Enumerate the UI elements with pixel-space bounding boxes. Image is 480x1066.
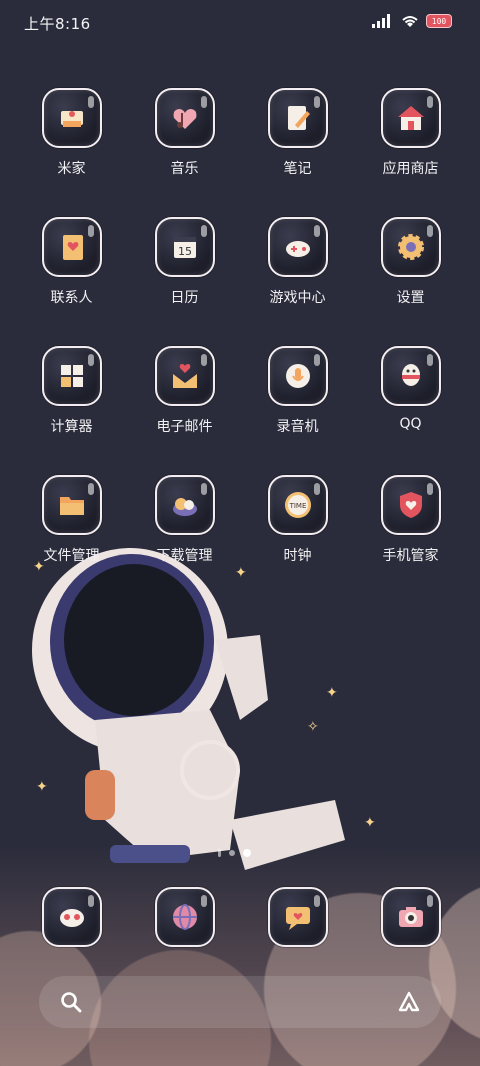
qq-icon bbox=[380, 346, 441, 406]
app-calculator[interactable]: 计算器 bbox=[15, 346, 128, 475]
app-store-icon bbox=[380, 88, 441, 148]
mi-home-icon bbox=[41, 88, 102, 148]
camera-face-icon bbox=[41, 887, 102, 947]
app-game-center[interactable]: 游戏中心 bbox=[241, 217, 354, 346]
status-time: 上午8:16 bbox=[24, 15, 91, 33]
battery-icon: 100 bbox=[426, 14, 452, 28]
app-label: 时钟 bbox=[283, 548, 312, 564]
page-dot bbox=[218, 849, 221, 857]
page-dot-active bbox=[243, 849, 251, 857]
notes-icon bbox=[267, 88, 328, 148]
app-recorder[interactable]: 录音机 bbox=[241, 346, 354, 475]
app-contacts[interactable]: 联系人 bbox=[15, 217, 128, 346]
app-label: 录音机 bbox=[276, 419, 319, 435]
dock-app-2[interactable] bbox=[128, 887, 241, 947]
app-label: 笔记 bbox=[283, 161, 312, 177]
app-label: 音乐 bbox=[170, 161, 199, 177]
dock bbox=[15, 887, 467, 947]
app-label: 下载管理 bbox=[156, 548, 213, 564]
download-manager-icon bbox=[154, 475, 215, 535]
search-bar[interactable] bbox=[39, 976, 441, 1028]
clock-face-text: TIME bbox=[288, 502, 306, 510]
app-label: 联系人 bbox=[50, 290, 93, 306]
star-icon: ✧ bbox=[307, 719, 319, 735]
messages-icon bbox=[267, 887, 328, 947]
app-settings[interactable]: 设置 bbox=[354, 217, 467, 346]
app-row: 联系人 15 日历 游戏中心 设置 bbox=[15, 217, 467, 346]
app-label: 手机管家 bbox=[382, 548, 439, 564]
app-notes[interactable]: 笔记 bbox=[241, 88, 354, 217]
dock-app-4[interactable] bbox=[354, 887, 467, 947]
app-download-manager[interactable]: 下载管理 bbox=[128, 475, 241, 604]
contacts-icon bbox=[41, 217, 102, 277]
star-icon: ✦ bbox=[364, 815, 376, 831]
app-security[interactable]: 手机管家 bbox=[354, 475, 467, 604]
status-bar: 上午8:16 100 bbox=[0, 0, 480, 46]
app-label: 文件管理 bbox=[43, 548, 100, 564]
app-label: 计算器 bbox=[50, 419, 93, 435]
file-manager-icon bbox=[41, 475, 102, 535]
star-icon: ✦ bbox=[326, 685, 338, 701]
dock-app-1[interactable] bbox=[15, 887, 128, 947]
wifi-icon bbox=[402, 16, 418, 27]
game-center-icon bbox=[267, 217, 328, 277]
music-icon bbox=[154, 88, 215, 148]
email-icon bbox=[154, 346, 215, 406]
search-icon bbox=[61, 992, 82, 1013]
app-label: 日历 bbox=[170, 290, 199, 306]
calendar-day: 15 bbox=[178, 245, 192, 258]
app-label: 电子邮件 bbox=[156, 419, 213, 435]
dock-app-3[interactable] bbox=[241, 887, 354, 947]
status-indicators: 100 bbox=[372, 14, 452, 28]
calendar-icon: 15 bbox=[154, 217, 215, 277]
settings-icon bbox=[380, 217, 441, 277]
calculator-icon bbox=[41, 346, 102, 406]
app-row: 文件管理 下载管理 TIME 时钟 手机管家 bbox=[15, 475, 467, 604]
security-icon bbox=[380, 475, 441, 535]
app-email[interactable]: 电子邮件 bbox=[128, 346, 241, 475]
app-label: 应用商店 bbox=[382, 161, 439, 177]
page-indicator[interactable] bbox=[218, 849, 251, 857]
recorder-icon bbox=[267, 346, 328, 406]
page-dot bbox=[229, 850, 235, 856]
clock-icon: TIME bbox=[267, 475, 328, 535]
camera-icon bbox=[380, 887, 441, 947]
signal-icon bbox=[372, 14, 390, 28]
app-label: 米家 bbox=[57, 161, 86, 177]
app-label: 游戏中心 bbox=[269, 290, 326, 306]
app-label: QQ bbox=[399, 416, 422, 432]
app-mi-home[interactable]: 米家 bbox=[15, 88, 128, 217]
app-file-manager[interactable]: 文件管理 bbox=[15, 475, 128, 604]
app-clock[interactable]: TIME 时钟 bbox=[241, 475, 354, 604]
app-qq[interactable]: QQ bbox=[354, 346, 467, 475]
app-row: 米家 音乐 笔记 应用商店 bbox=[15, 88, 467, 217]
star-icon: ✦ bbox=[36, 779, 48, 795]
battery-level: 100 bbox=[431, 16, 447, 26]
assistant-icon[interactable] bbox=[397, 990, 421, 1014]
app-app-store[interactable]: 应用商店 bbox=[354, 88, 467, 217]
browser-globe-icon bbox=[154, 887, 215, 947]
app-grid: 米家 音乐 笔记 应用商店 联系人 15 日历 游戏中心 设置 计算器 电子邮件… bbox=[15, 88, 467, 604]
app-calendar[interactable]: 15 日历 bbox=[128, 217, 241, 346]
app-label: 设置 bbox=[396, 290, 425, 306]
app-row: 计算器 电子邮件 录音机 QQ bbox=[15, 346, 467, 475]
app-music[interactable]: 音乐 bbox=[128, 88, 241, 217]
